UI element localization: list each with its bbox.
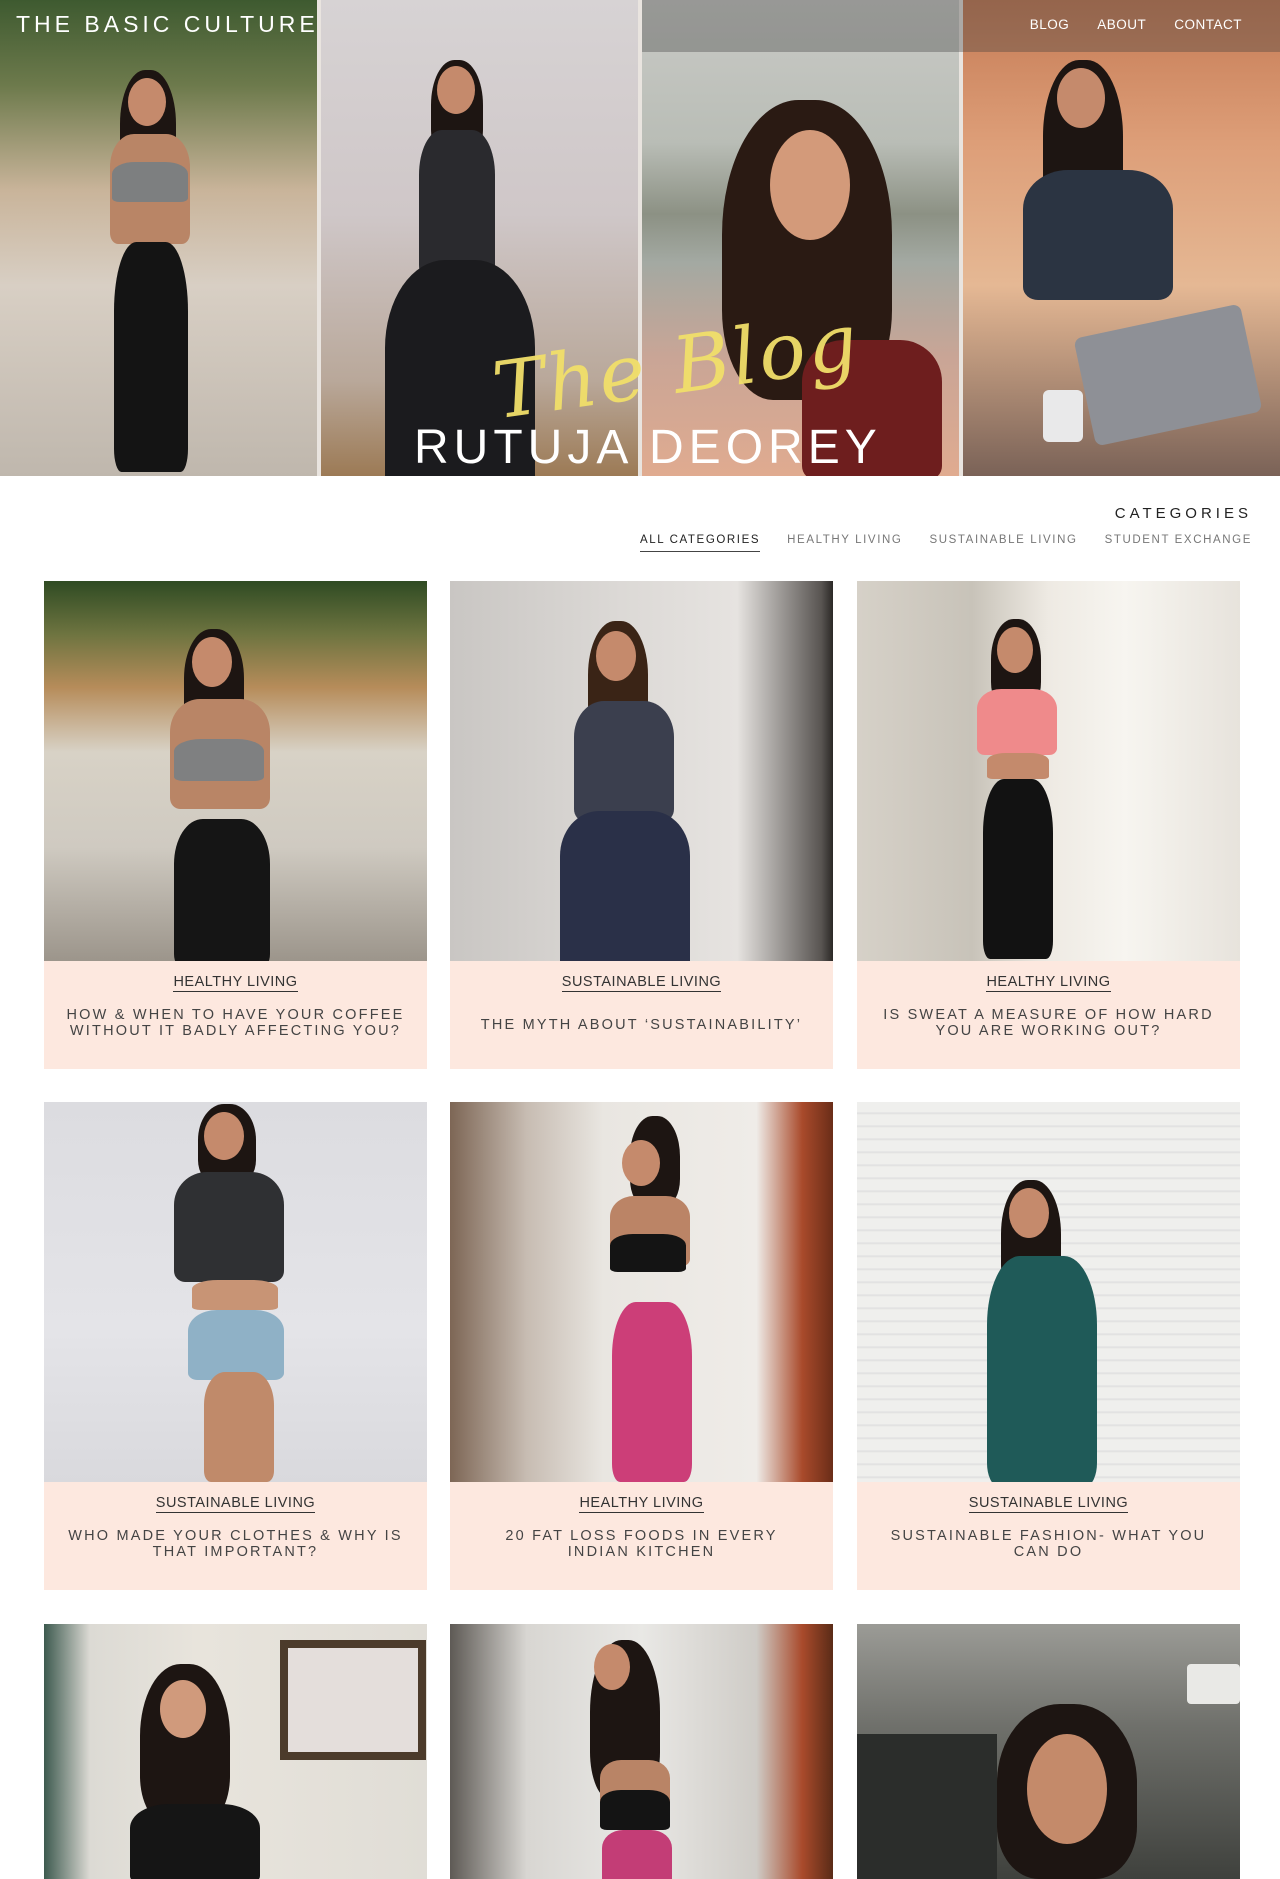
category-tab-student-exchange[interactable]: STUDENT EXCHANGE [1105, 534, 1252, 552]
category-filter-tabs: ALL CATEGORIES HEALTHY LIVING SUSTAINABL… [639, 534, 1252, 552]
post-thumbnail[interactable] [857, 1102, 1240, 1482]
post-title[interactable]: THE MYTH ABOUT ‘SUSTAINABILITY’ [472, 1017, 811, 1033]
category-tab-healthy-living[interactable]: HEALTHY LIVING [787, 534, 902, 552]
category-tab-sustainable-living[interactable]: SUSTAINABLE LIVING [929, 534, 1077, 552]
post-category-link[interactable]: HEALTHY LIVING [986, 974, 1111, 992]
post-category-link[interactable]: SUSTAINABLE LIVING [561, 974, 722, 992]
post-title[interactable]: 20 FAT LOSS FOODS IN EVERY INDIAN KITCHE… [472, 1528, 811, 1560]
post-card[interactable]: SUSTAINABLE LIVING WHO MADE YOUR CLOTHES… [44, 1102, 427, 1590]
main-nav: BLOG ABOUT CONTACT [1030, 17, 1242, 32]
hero-author-name: RUTUJA DEOREY [414, 421, 882, 474]
post-thumbnail[interactable] [450, 1102, 833, 1482]
top-navigation-bar: THE BASIC CULTURE BLOG ABOUT CONTACT [0, 0, 1280, 52]
post-thumbnail[interactable] [44, 1102, 427, 1482]
post-thumbnail[interactable] [44, 1624, 427, 1879]
post-title[interactable]: WHO MADE YOUR CLOTHES & WHY IS THAT IMPO… [66, 1528, 405, 1560]
hero-photo-4 [963, 0, 1280, 476]
post-thumbnail[interactable] [857, 1624, 1240, 1879]
post-card[interactable] [44, 1624, 427, 1879]
categories-heading: CATEGORIES [1114, 505, 1252, 522]
post-category-link[interactable]: SUSTAINABLE LIVING [155, 1495, 316, 1513]
hero-banner: THE BASIC CULTURE BLOG ABOUT CONTACT The… [0, 0, 1280, 476]
nav-about-link[interactable]: ABOUT [1097, 17, 1146, 32]
site-title-logo[interactable]: THE BASIC CULTURE [16, 11, 319, 38]
post-title[interactable]: IS SWEAT A MEASURE OF HOW HARD YOU ARE W… [879, 1007, 1218, 1039]
post-thumbnail[interactable] [450, 1624, 833, 1879]
hero-photo-1 [0, 0, 317, 476]
post-card[interactable]: SUSTAINABLE LIVING SUSTAINABLE FASHION- … [857, 1102, 1240, 1590]
nav-blog-link[interactable]: BLOG [1030, 17, 1070, 32]
post-thumbnail[interactable] [857, 581, 1240, 961]
post-card[interactable] [450, 1624, 833, 1879]
post-category-link[interactable]: HEALTHY LIVING [579, 1495, 704, 1513]
post-thumbnail[interactable] [450, 581, 833, 961]
post-thumbnail[interactable] [44, 581, 427, 961]
post-title[interactable]: SUSTAINABLE FASHION- WHAT YOU CAN DO [879, 1528, 1218, 1560]
category-tab-all[interactable]: ALL CATEGORIES [639, 534, 761, 552]
post-card[interactable] [857, 1624, 1240, 1879]
post-category-link[interactable]: HEALTHY LIVING [173, 974, 298, 992]
post-card[interactable]: HEALTHY LIVING HOW & WHEN TO HAVE YOUR C… [44, 581, 427, 1069]
post-card[interactable]: HEALTHY LIVING 20 FAT LOSS FOODS IN EVER… [450, 1102, 833, 1590]
post-category-link[interactable]: SUSTAINABLE LIVING [968, 1495, 1129, 1513]
post-card[interactable]: HEALTHY LIVING IS SWEAT A MEASURE OF HOW… [857, 581, 1240, 1069]
nav-contact-link[interactable]: CONTACT [1174, 17, 1242, 32]
post-card[interactable]: SUSTAINABLE LIVING THE MYTH ABOUT ‘SUSTA… [450, 581, 833, 1069]
post-title[interactable]: HOW & WHEN TO HAVE YOUR COFFEE WITHOUT I… [66, 1007, 405, 1039]
